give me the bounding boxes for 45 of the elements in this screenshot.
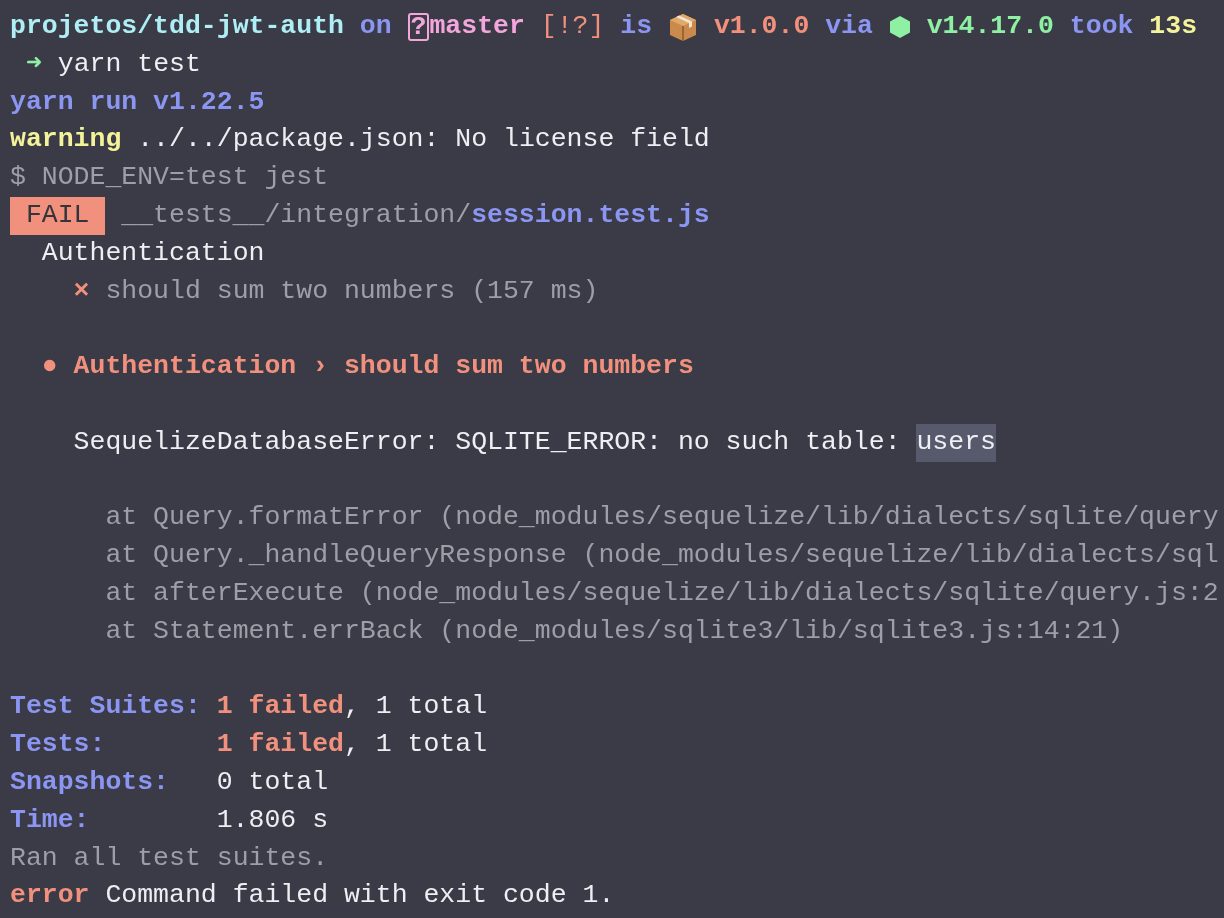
summary-label: Snapshots: <box>10 765 171 799</box>
hexagon-icon <box>888 14 911 39</box>
terminal-text: 13s <box>1149 10 1198 43</box>
terminal-text: v1.0.0 <box>713 10 810 43</box>
terminal-text: __tests__/integration/ <box>121 199 472 232</box>
terminal-text: ../../package.json: No license field <box>137 123 710 157</box>
terminal-text: is <box>620 10 653 43</box>
terminal-text: warning <box>10 123 122 157</box>
terminal-text: 1 failed <box>216 690 344 724</box>
terminal-text: Authentication <box>41 236 265 270</box>
terminal-text: projetos/tdd-jwt-auth <box>10 10 344 43</box>
terminal-text: yarn run v1.22.5 <box>10 85 265 119</box>
terminal-text: 1 failed <box>216 728 344 762</box>
terminal-text: Command failed with exit code 1. <box>105 879 615 913</box>
terminal-text: via <box>825 10 873 43</box>
terminal-text: session.test.js <box>471 199 710 232</box>
terminal-text: at Query._handleQueryResponse (node_modules/sequelize/lib/dialects/sql <box>105 539 1219 573</box>
terminal-text: ● Authentication › should sum two numbers <box>41 350 694 384</box>
terminal-text: SequelizeDatabaseError: SQLITE_ERROR: no such table: <box>73 425 901 459</box>
terminal-text: FAIL <box>10 197 106 235</box>
terminal-text: [!?] <box>540 10 605 43</box>
terminal-text: Ran all test suites. <box>10 841 329 875</box>
terminal-text: 1.806 s <box>216 803 329 837</box>
summary-label: Time: <box>10 803 91 837</box>
terminal-text: should sum two numbers (157 ms) <box>105 274 599 308</box>
summary-label: Tests: <box>10 728 107 762</box>
terminal-text: v14.17.0 <box>926 10 1054 43</box>
terminal-text: × <box>73 274 90 308</box>
terminal-text: at Query.formatError (node_modules/sequelize/lib/dialects/sqlite/query <box>105 501 1219 535</box>
terminal-text: at Statement.errBack (node_modules/sqlite3/lib/sqlite3.js:14:21) <box>105 614 1124 648</box>
terminal-text: ➜ <box>25 47 42 81</box>
terminal-text: at afterExecute (node_modules/sequelize/lib/dialects/sqlite/query.js:2 <box>105 576 1219 610</box>
terminal-text: master <box>429 10 525 43</box>
terminal-text: , 1 total <box>343 728 488 762</box>
terminal-text: $ NODE_ENV=test jest <box>10 161 329 195</box>
terminal-text: error <box>10 879 90 913</box>
summary-label: Test Suites: <box>10 690 202 724</box>
terminal-text: ? <box>407 12 430 41</box>
terminal-text: yarn test <box>57 47 201 81</box>
terminal-text: took <box>1069 10 1134 43</box>
terminal-text: , 1 total <box>343 690 488 724</box>
terminal-text: 0 total <box>216 765 329 799</box>
package-icon <box>668 11 698 42</box>
terminal-text: on <box>359 10 392 43</box>
terminal-text: users <box>916 423 996 462</box>
